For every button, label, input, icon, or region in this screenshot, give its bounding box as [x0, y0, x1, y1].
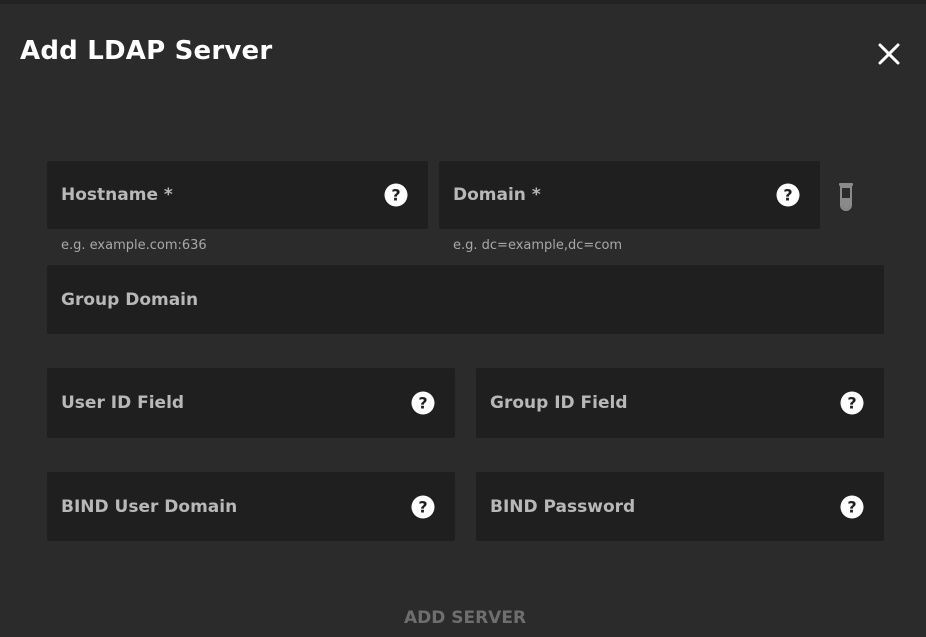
user-id-field[interactable]: User ID Field ?	[47, 368, 455, 438]
bind-password-label: BIND Password	[490, 496, 636, 517]
domain-help-icon[interactable]: ?	[776, 183, 800, 207]
hostname-label: Hostname *	[61, 185, 173, 205]
hostname-help-icon[interactable]: ?	[384, 183, 408, 207]
group-id-label: Group ID Field	[490, 393, 628, 413]
beaker-icon	[839, 183, 853, 211]
bind-user-domain-field[interactable]: BIND User Domain ?	[47, 472, 455, 541]
svg-text:?: ?	[783, 186, 792, 205]
add-ldap-server-dialog: Add LDAP Server Hostname * ? e.g. exampl…	[0, 0, 926, 637]
group-domain-field[interactable]: Group Domain	[47, 265, 884, 334]
add-server-button[interactable]: ADD SERVER	[380, 600, 550, 636]
domain-label: Domain *	[453, 185, 541, 205]
group-id-help-icon[interactable]: ?	[840, 391, 864, 415]
svg-text:?: ?	[391, 186, 400, 205]
group-domain-label: Group Domain	[61, 289, 199, 310]
close-icon	[878, 43, 900, 65]
svg-text:?: ?	[418, 497, 427, 516]
dialog-title: Add LDAP Server	[20, 36, 273, 66]
bind-password-field[interactable]: BIND Password ?	[476, 472, 884, 541]
svg-text:?: ?	[418, 394, 427, 413]
bind-user-domain-label: BIND User Domain	[61, 496, 238, 517]
close-button[interactable]	[872, 37, 906, 71]
hostname-hint: e.g. example.com:636	[61, 238, 207, 253]
user-id-label: User ID Field	[61, 393, 185, 413]
hostname-field[interactable]: Hostname * ?	[47, 161, 428, 229]
domain-field[interactable]: Domain * ?	[439, 161, 820, 229]
svg-text:?: ?	[847, 394, 856, 413]
user-id-help-icon[interactable]: ?	[411, 391, 435, 415]
group-id-field[interactable]: Group ID Field ?	[476, 368, 884, 438]
svg-text:?: ?	[847, 497, 856, 516]
domain-hint: e.g. dc=example,dc=com	[453, 238, 623, 253]
bind-user-domain-help-icon[interactable]: ?	[411, 495, 435, 519]
bind-password-help-icon[interactable]: ?	[840, 495, 864, 519]
test-connection-button[interactable]	[836, 182, 856, 212]
